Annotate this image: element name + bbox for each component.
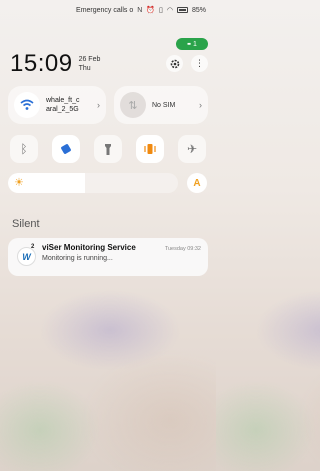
quick-settings-row: ᛒ ✈ <box>10 135 206 163</box>
wifi-toggle[interactable] <box>14 92 40 118</box>
battery-percent: 85% <box>191 6 206 14</box>
wifi-status-icon: ◠ <box>166 7 173 14</box>
notification-title: viSer Monitoring Service <box>42 243 136 252</box>
brightness-slider[interactable]: ☀ <box>8 173 178 193</box>
more-vertical-icon: ⋮ <box>195 58 204 68</box>
vibrate-toggle[interactable] <box>136 135 164 163</box>
nfc-icon: N <box>137 6 143 14</box>
clock: 15:09 <box>10 50 73 77</box>
airplane-mode-toggle[interactable]: ✈ <box>178 135 206 163</box>
notification-time: Tuesday 09:32 <box>164 246 201 252</box>
data-arrows-icon: ⇅ <box>128 99 138 112</box>
auto-rotate-toggle[interactable] <box>52 135 80 163</box>
settings-button[interactable] <box>166 55 183 72</box>
date-weekday: Thu <box>78 65 91 72</box>
wifi-network-name: whale_ft_c aral_2_5G <box>46 97 80 113</box>
notification-count-badge: 2 <box>31 244 35 250</box>
flashlight-toggle[interactable] <box>94 135 122 163</box>
sim-status: No SIM <box>152 101 176 109</box>
notification-card[interactable]: W 2 viSer Monitoring Service Tuesday 09:… <box>8 238 208 276</box>
date-day: 26 Feb <box>78 56 101 63</box>
auto-brightness-label: A <box>193 177 201 189</box>
sun-icon: ☀ <box>14 177 24 189</box>
mobile-data-tile[interactable]: ⇅ No SIM › <box>114 86 208 124</box>
gear-icon <box>170 59 179 68</box>
status-bar: Emergency calls o N ⏰ ▯ ◠ 85% <box>0 0 216 20</box>
grid-icon: ▪▪ <box>187 40 191 48</box>
battery-icon <box>176 7 188 13</box>
edit-tiles-button[interactable]: ▪▪ 1 <box>176 38 208 50</box>
auto-brightness-button[interactable]: A <box>187 173 207 193</box>
mobile-data-toggle[interactable]: ⇅ <box>120 92 146 118</box>
airplane-icon: ✈ <box>186 142 198 156</box>
vibrate-status-icon: ▯ <box>159 7 163 14</box>
notification-body: Monitoring is running... <box>42 255 113 262</box>
wifi-tile[interactable]: whale_ft_c aral_2_5G › <box>8 86 106 124</box>
bluetooth-icon: ᛒ <box>20 142 28 156</box>
chevron-right-icon: › <box>97 100 100 110</box>
date: 26 Feb Thu <box>79 55 101 73</box>
flashlight-icon <box>105 143 111 155</box>
carrier-text: Emergency calls o <box>76 6 134 14</box>
notification-section-title: Silent <box>12 218 40 230</box>
more-button[interactable]: ⋮ <box>191 55 208 72</box>
edit-pill-count: 1 <box>193 40 197 48</box>
wifi-icon <box>20 99 34 110</box>
alarm-icon: ⏰ <box>146 7 156 14</box>
chevron-right-icon: › <box>199 100 202 110</box>
clock-row: 15:09 26 Feb Thu <box>10 50 100 78</box>
bluetooth-toggle[interactable]: ᛒ <box>10 135 38 163</box>
auto-rotate-icon <box>61 144 71 154</box>
vibrate-icon <box>144 144 156 154</box>
